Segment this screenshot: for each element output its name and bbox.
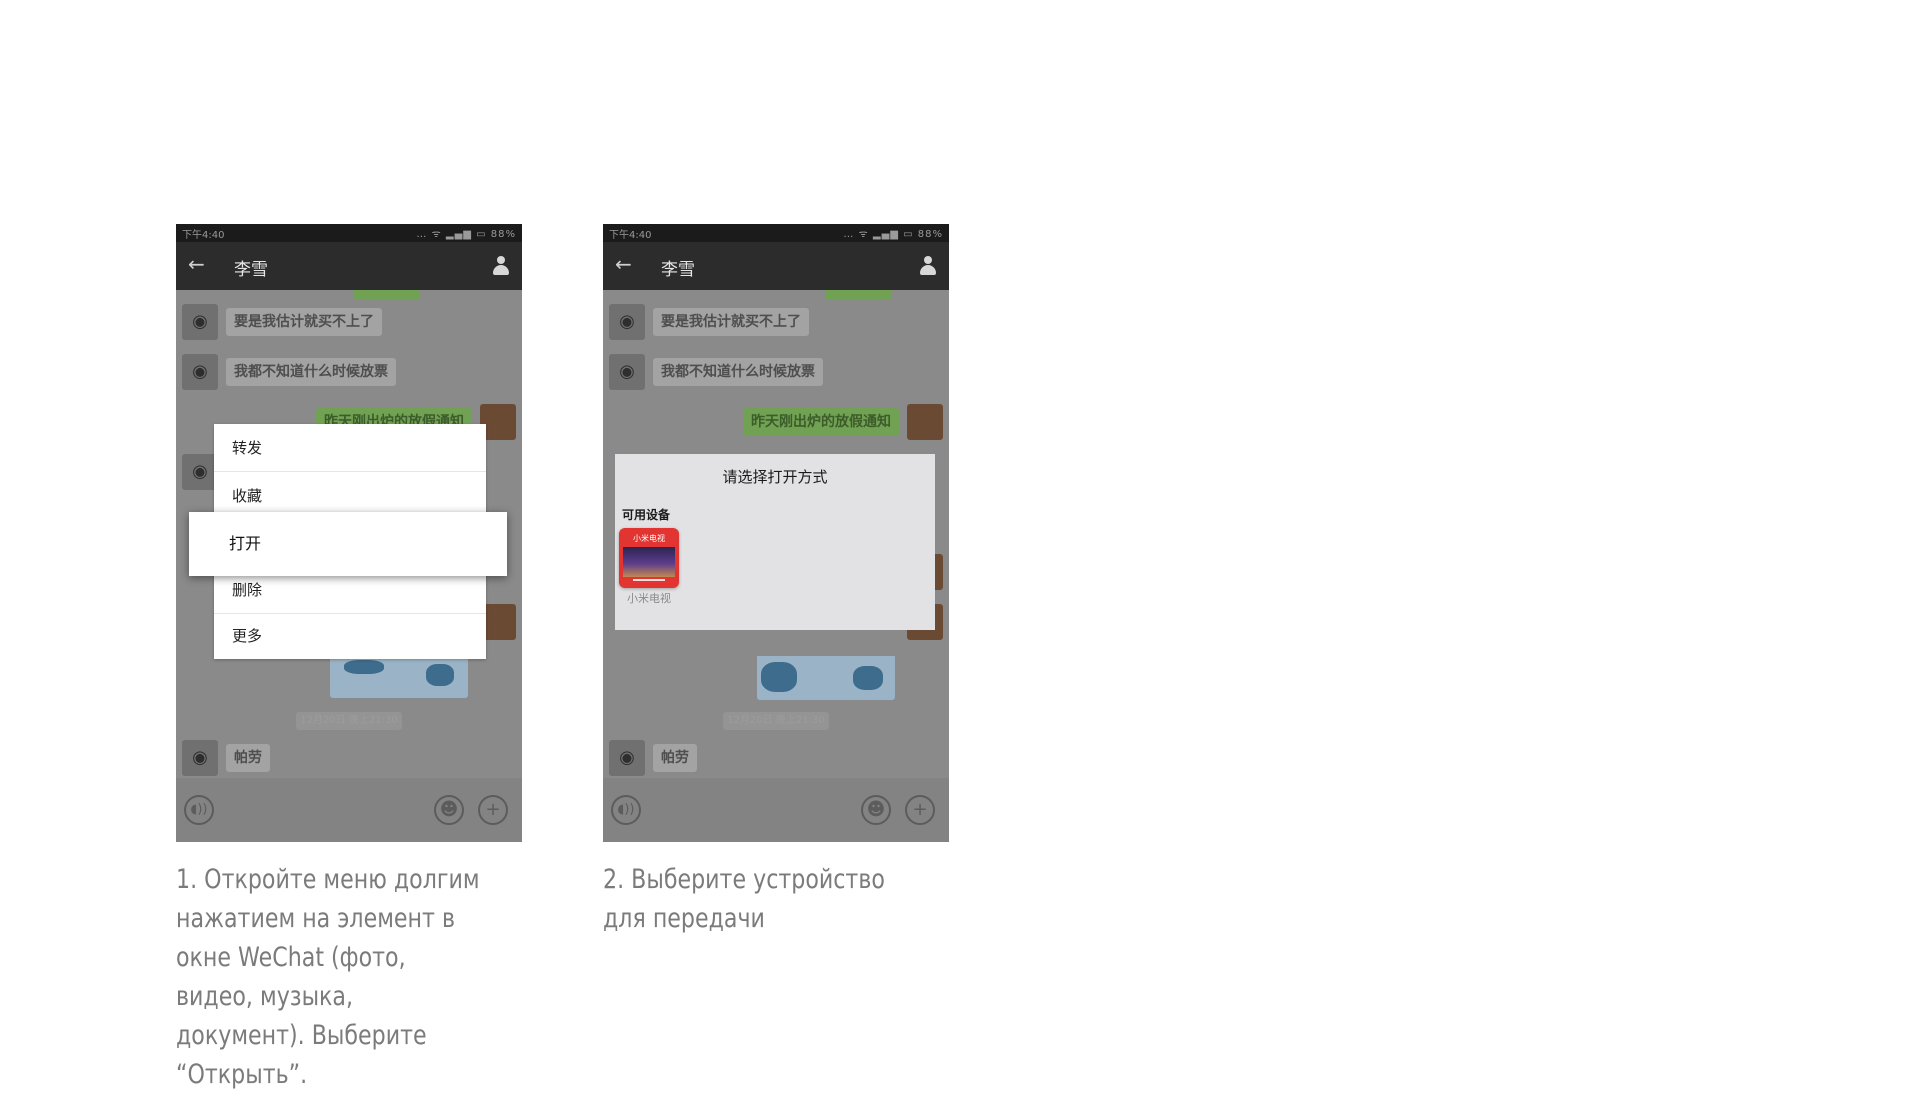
avatar: ◉: [182, 454, 218, 490]
message-row: ◉ 帕劳: [603, 738, 949, 778]
plus-icon[interactable]: +: [478, 795, 508, 825]
person-icon[interactable]: [492, 256, 510, 276]
step-2: 下午4:40 … ᯤ ▂▄▆ ▭ 88% ← 李雪 ◉ 要是我估计就买不上了 ◉…: [603, 224, 983, 938]
input-bar: ◖)) ☻ +: [176, 778, 522, 842]
avatar: ◉: [182, 354, 218, 390]
avatar: ◉: [609, 304, 645, 340]
menu-item-open[interactable]: 打开: [189, 512, 507, 576]
emoji-icon[interactable]: ☻: [861, 795, 891, 825]
arrow-left-icon[interactable]: ←: [188, 252, 205, 276]
chat-title: 李雪: [234, 260, 268, 280]
step-1: 下午4:40 … ᯤ ▂▄▆ ▭ 88% ← 李雪 ◉ 要是我估计就买不上了 ◉…: [176, 224, 556, 1094]
status-icons: … ᯤ ▂▄▆ ▭ 88%: [416, 229, 516, 240]
open-with-dialog: 请选择打开方式 可用设备 小米电视 小米电视: [615, 454, 935, 630]
avatar: ◉: [609, 354, 645, 390]
status-bar: 下午4:40 … ᯤ ▂▄▆ ▭ 88%: [603, 224, 949, 242]
avatar: ◉: [182, 740, 218, 776]
tv-screen: [623, 547, 675, 577]
message-bubble[interactable]: 昨天刚出炉的放假通知: [743, 408, 899, 436]
phone-screenshot-2: 下午4:40 … ᯤ ▂▄▆ ▭ 88% ← 李雪 ◉ 要是我估计就买不上了 ◉…: [603, 224, 949, 842]
status-icons: … ᯤ ▂▄▆ ▭ 88%: [843, 229, 943, 240]
message-timestamp: 12月20日 晚上21:30: [723, 712, 829, 730]
message-bubble[interactable]: 要是我估计就买不上了: [653, 308, 809, 336]
phone-screenshot-1: 下午4:40 … ᯤ ▂▄▆ ▭ 88% ← 李雪 ◉ 要是我估计就买不上了 ◉…: [176, 224, 522, 842]
avatar: ◉: [907, 404, 943, 440]
device-name[interactable]: 小米电视: [619, 590, 679, 606]
voice-icon[interactable]: ◖)): [611, 795, 641, 825]
message-row: ◉ 我都不知道什么时候放票: [176, 352, 522, 392]
avatar: ◉: [182, 304, 218, 340]
input-bar: ◖)) ☻ +: [603, 778, 949, 842]
message-bubble-partial: [354, 290, 420, 300]
message-bubble-partial: [825, 290, 891, 300]
dialog-title: 请选择打开方式: [722, 468, 828, 486]
message-bubble[interactable]: 帕劳: [226, 744, 270, 772]
tv-stand: [633, 579, 665, 581]
avatar: ◉: [609, 740, 645, 776]
map-thumbnail[interactable]: [757, 656, 895, 700]
message-bubble[interactable]: 帕劳: [653, 744, 697, 772]
menu-item-more[interactable]: 更多: [214, 612, 486, 660]
menu-item-forward[interactable]: 转发: [214, 424, 486, 472]
person-icon[interactable]: [919, 256, 937, 276]
emoji-icon[interactable]: ☻: [434, 795, 464, 825]
message-row: ◉ 昨天刚出炉的放假通知: [603, 402, 949, 442]
status-time: 下午4:40: [609, 230, 652, 241]
step-2-caption: 2. Выберите устройство для передачи: [603, 864, 885, 934]
message-bubble[interactable]: 我都不知道什么时候放票: [226, 358, 396, 386]
arrow-left-icon[interactable]: ←: [615, 252, 632, 276]
status-time: 下午4:40: [182, 230, 225, 241]
voice-icon[interactable]: ◖)): [184, 795, 214, 825]
map-thumbnail[interactable]: [330, 658, 468, 698]
message-bubble[interactable]: 要是我估计就买不上了: [226, 308, 382, 336]
device-badge-label: 小米电视: [633, 534, 665, 543]
chat-title: 李雪: [661, 260, 695, 280]
message-row: ◉ 我都不知道什么时候放票: [603, 352, 949, 392]
plus-icon[interactable]: +: [905, 795, 935, 825]
message-row: ◉ 要是我估计就买不上了: [603, 302, 949, 342]
message-row: ◉ 帕劳: [176, 738, 522, 778]
available-devices-label: 可用设备: [622, 508, 671, 522]
message-row: ◉ 要是我估计就买不上了: [176, 302, 522, 342]
message-bubble[interactable]: 我都不知道什么时候放票: [653, 358, 823, 386]
status-bar: 下午4:40 … ᯤ ▂▄▆ ▭ 88%: [176, 224, 522, 242]
tv-device-icon[interactable]: 小米电视: [619, 528, 679, 588]
step-1-caption: 1. Откройте меню долгим нажатием на элем…: [176, 864, 480, 1090]
message-timestamp: 12月20日 晚上21:30: [296, 712, 402, 730]
chat-header: ← 李雪: [603, 242, 949, 290]
chat-header: ← 李雪: [176, 242, 522, 290]
